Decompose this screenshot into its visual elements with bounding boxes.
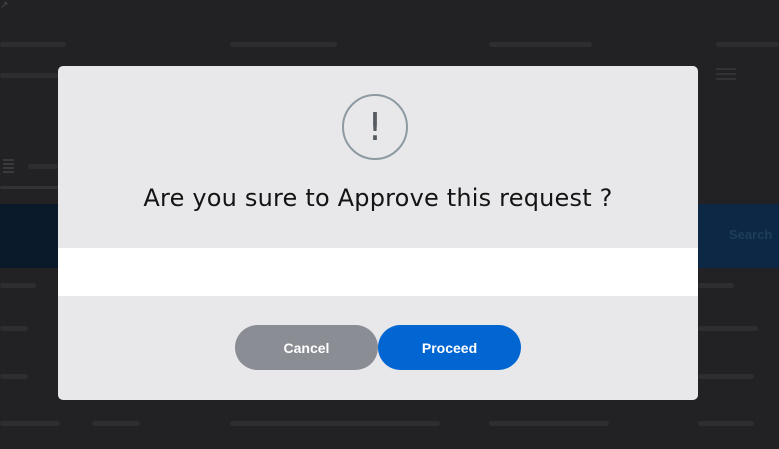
table-cell-placeholder [698, 421, 754, 426]
table-cell-placeholder [0, 421, 60, 426]
dialog-input-area[interactable] [58, 248, 698, 296]
search-button-label: Search [729, 227, 773, 242]
table-cell-placeholder [698, 374, 754, 379]
menu-icon [716, 65, 736, 83]
tab-placeholder [28, 164, 58, 169]
table-cell-placeholder [698, 283, 734, 288]
nav-placeholder [489, 42, 592, 47]
dialog-title: Are you sure to Approve this request ? [143, 184, 613, 212]
exclamation-glyph: ! [367, 105, 383, 149]
table-cell-placeholder [698, 326, 758, 331]
cancel-button[interactable]: Cancel [235, 325, 378, 370]
table-cell-placeholder [0, 283, 36, 288]
table-cell-placeholder [489, 421, 609, 426]
table-cell-placeholder [0, 374, 28, 379]
corner-glyph: ↗ [0, 0, 9, 11]
nav-placeholder [0, 42, 66, 47]
nav-placeholder [230, 42, 337, 47]
list-icon [0, 157, 14, 175]
text-placeholder [0, 73, 58, 78]
table-cell-placeholder [230, 421, 440, 426]
exclamation-icon: ! [342, 94, 408, 160]
confirm-dialog: ! Are you sure to Approve this request ?… [58, 66, 698, 400]
tab-underline [0, 186, 58, 189]
proceed-button[interactable]: Proceed [378, 325, 521, 370]
table-cell-placeholder [0, 326, 28, 331]
nav-placeholder [716, 42, 779, 47]
table-cell-placeholder [92, 421, 140, 426]
